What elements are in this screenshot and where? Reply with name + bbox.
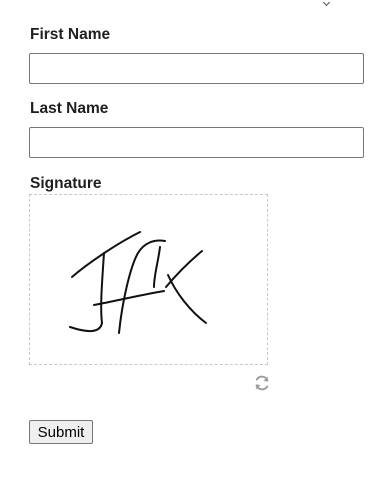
first-name-label: First Name [30, 26, 111, 43]
refresh-icon[interactable] [252, 373, 272, 393]
signature-label: Signature [30, 175, 102, 192]
first-name-input[interactable] [29, 53, 364, 84]
signature-pad[interactable] [29, 194, 268, 365]
chevron-down-icon [322, 0, 331, 7]
last-name-input[interactable] [29, 127, 364, 158]
last-name-label: Last Name [30, 100, 109, 117]
signature-drawing [69, 231, 207, 334]
submit-button[interactable]: Submit [29, 420, 93, 444]
